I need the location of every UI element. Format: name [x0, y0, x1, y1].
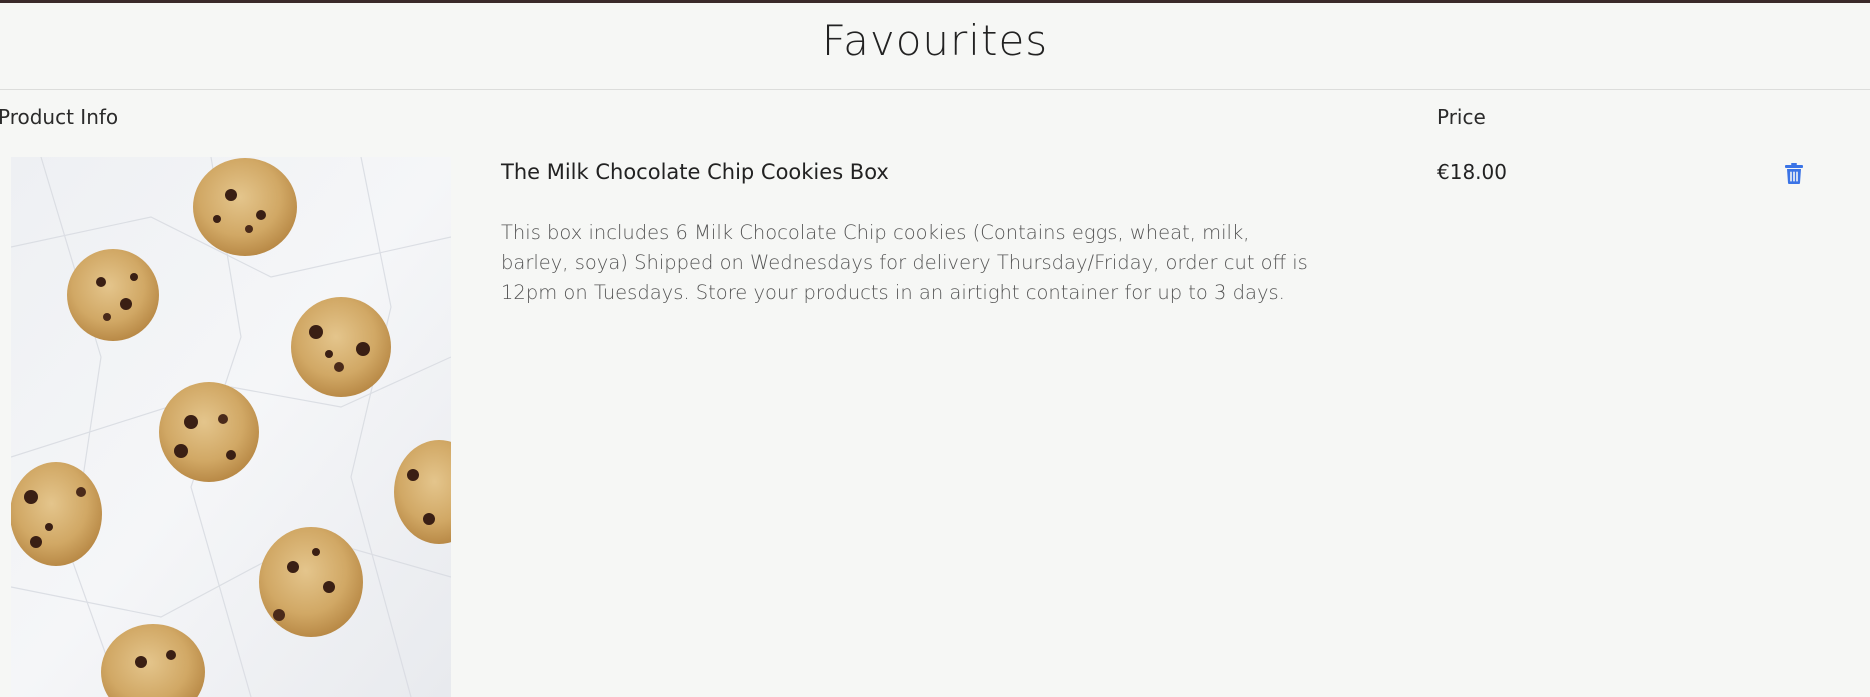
top-border [0, 0, 1870, 3]
cookie-icon [67, 249, 159, 341]
product-price: €18.00 [1437, 160, 1507, 184]
trash-icon [1785, 162, 1803, 184]
cookie-icon [11, 462, 102, 566]
cookie-icon [259, 527, 363, 637]
cookie-icon [193, 158, 297, 256]
product-description: This box includes 6 Milk Chocolate Chip … [501, 221, 1308, 304]
cookie-icon [159, 382, 259, 482]
column-header-price: Price [1437, 105, 1486, 129]
cookie-icon [291, 297, 391, 397]
product-name[interactable]: The Milk Chocolate Chip Cookies Box [501, 160, 889, 184]
title-divider [0, 89, 1870, 90]
page-title: Favourites [821, 16, 1049, 65]
remove-favourite-button[interactable] [1782, 160, 1806, 186]
column-header-product-info: Product Info [0, 105, 119, 129]
product-image[interactable] [11, 157, 451, 697]
